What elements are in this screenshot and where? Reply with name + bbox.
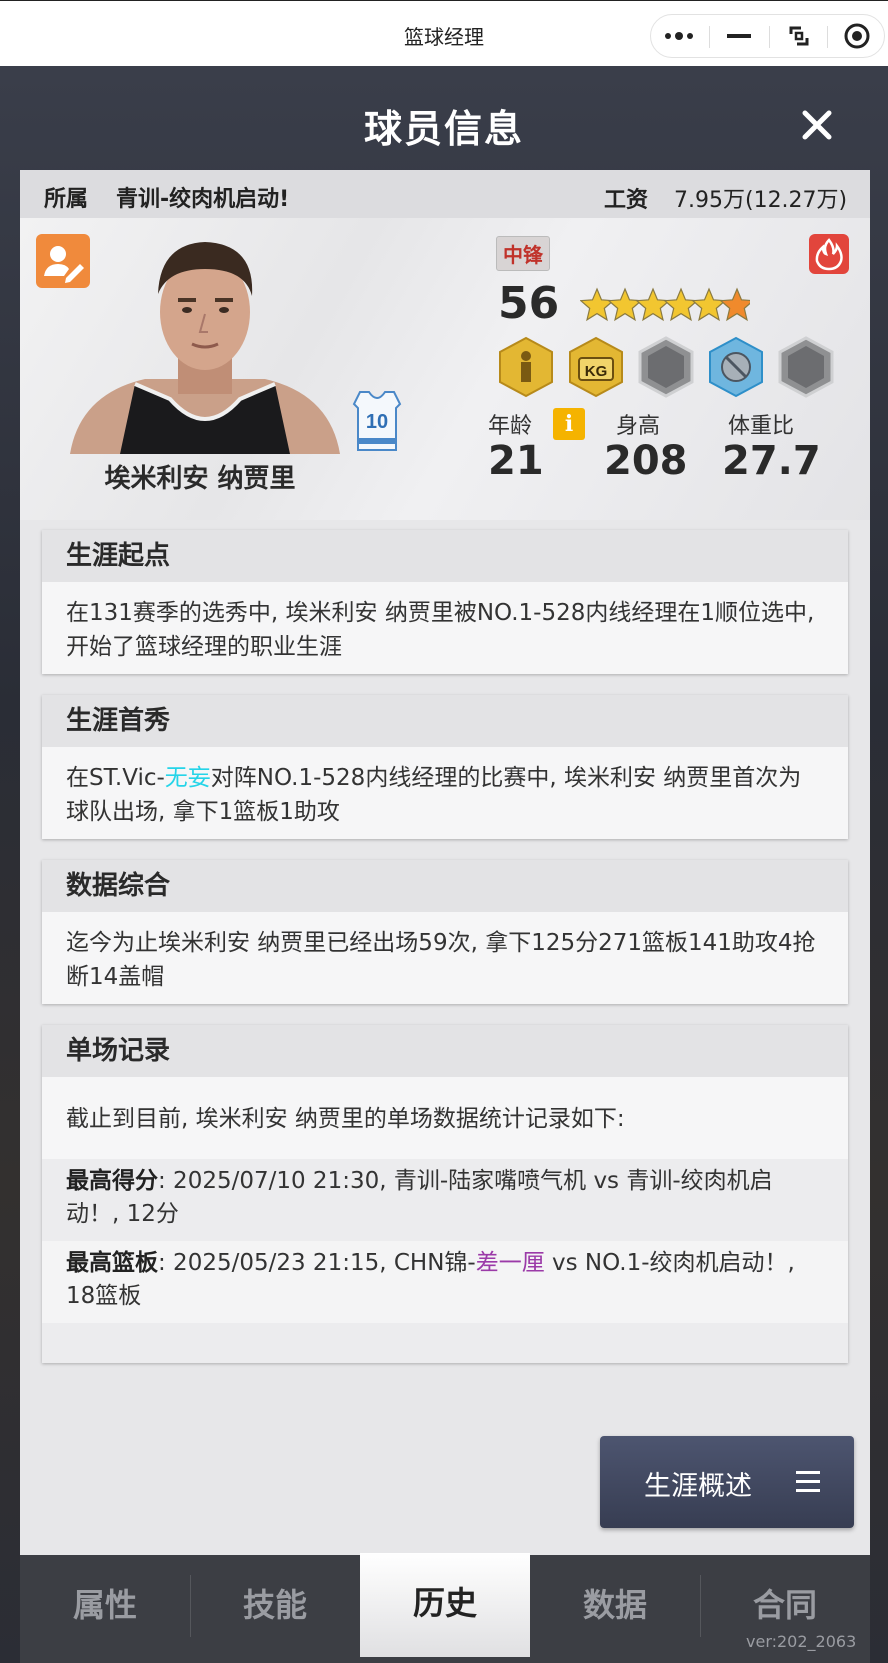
career-debut-card: 生涯首秀 在ST.Vic-无妄对阵NO.1-528内线经理的比赛中, 埃米利安 … [42, 695, 848, 839]
card-body: 迄今为止埃米利安 纳贾里已经出场59次, 拿下125分271篮板141助攻4抢断… [42, 912, 848, 1004]
player-info-panel: 所属 青训-绞肉机启动! 工资 7.95万(12.27万) 10 埃米利安 纳贾… [20, 170, 870, 1663]
salary-label: 工资 [604, 188, 649, 213]
age-label: 年龄 [488, 414, 533, 439]
mini-program-topbar: 篮球经理 [0, 0, 888, 66]
menu-icon [796, 1471, 820, 1492]
weight-ratio-value: 27.7 [722, 438, 821, 484]
card-body: 在ST.Vic-无妄对阵NO.1-528内线经理的比赛中, 埃米利安 纳贾里首次… [42, 747, 848, 839]
career-start-card: 生涯起点 在131赛季的选秀中, 埃米利安 纳贾里被NO.1-528内线经理在1… [42, 530, 848, 674]
player-portrait [50, 224, 360, 454]
svg-text:KG: KG [585, 363, 608, 380]
fire-icon[interactable] [809, 234, 849, 274]
float-window-button[interactable] [771, 15, 827, 57]
modal-title: 球员信息 [363, 107, 524, 151]
card-title: 生涯起点 [42, 530, 848, 582]
career-overview-button[interactable]: 生涯概述 [600, 1436, 854, 1528]
history-scroll-area[interactable]: 生涯起点 在131赛季的选秀中, 埃米利安 纳贾里被NO.1-528内线经理在1… [20, 520, 870, 1520]
single-game-records-card: 单场记录 截止到目前, 埃米利安 纳贾里的单场数据统计记录如下: 最高得分: 2… [42, 1025, 848, 1363]
edit-player-icon[interactable] [36, 234, 90, 288]
position-badge: 中锋 [496, 236, 550, 271]
star-icon [607, 287, 643, 322]
height-value: 208 [604, 438, 688, 484]
tab-attributes[interactable]: 属性 [20, 1555, 190, 1655]
card-title: 单场记录 [42, 1025, 848, 1077]
jersey-icon: 10 [352, 391, 402, 451]
star-icon [635, 287, 671, 322]
more-options-button[interactable] [651, 15, 707, 57]
star-icon [719, 287, 750, 322]
minimize-button[interactable] [711, 15, 767, 57]
affiliation-bar: 所属 青训-绞肉机启动! 工资 7.95万(12.27万) [20, 170, 870, 218]
star-icon [580, 287, 615, 322]
record-row-rebounds: 最高篮板: 2025/05/23 21:15, CHN锦-差一厘 vs NO.1… [42, 1241, 848, 1323]
player-hero: 10 埃米利安 纳贾里 中锋 56 KG 年龄 i 21 身高 208 体重比 … [20, 218, 870, 520]
player-badge-icon [499, 336, 553, 398]
player-name: 埃米利安 纳贾里 [104, 464, 296, 494]
career-overview-label: 生涯概述 [644, 1471, 752, 1502]
skill-badges: KG [499, 336, 834, 398]
close-icon[interactable] [800, 108, 834, 142]
more-dots-icon [665, 32, 693, 40]
exit-button[interactable] [829, 15, 885, 57]
opponent-team-link[interactable]: 无妄 [165, 765, 211, 791]
info-icon[interactable]: i [553, 408, 585, 440]
tab-history[interactable]: 历史 [360, 1553, 530, 1657]
empty-badge-icon [778, 336, 834, 398]
tab-skills[interactable]: 技能 [190, 1555, 360, 1655]
capsule-menu [650, 14, 885, 58]
record-row-partial [42, 1323, 848, 1363]
records-intro: 截止到目前, 埃米利安 纳贾里的单场数据统计记录如下: [42, 1077, 848, 1159]
minimize-icon [727, 34, 751, 38]
record-row-points: 最高得分: 2025/07/10 21:30, 青训-陆家嘴喷气机 vs 青训-… [42, 1159, 848, 1241]
age-value: 21 [488, 438, 544, 484]
jersey-number: 10 [366, 411, 388, 433]
empty-badge-icon [638, 336, 694, 398]
no-basket-badge-icon [709, 336, 763, 398]
card-title: 生涯首秀 [42, 695, 848, 747]
card-title: 数据综合 [42, 860, 848, 912]
player-rating: 56 [498, 278, 560, 329]
star-rating [580, 287, 750, 322]
team-link[interactable]: 差一厘 [476, 1250, 545, 1276]
tab-stats[interactable]: 数据 [530, 1555, 700, 1655]
float-window-icon [789, 26, 809, 46]
bottom-tab-bar: 属性 技能 历史 数据 合同 [20, 1553, 870, 1663]
version-label: ver:202_2063 [746, 1632, 857, 1651]
team-name[interactable]: 青训-绞肉机启动! [116, 181, 289, 213]
target-circle-icon [844, 23, 870, 49]
card-body: 在131赛季的选秀中, 埃米利安 纳贾里被NO.1-528内线经理在1顺位选中,… [42, 582, 848, 674]
weight-ratio-label: 体重比 [728, 414, 795, 439]
stats-summary-card: 数据综合 迄今为止埃米利安 纳贾里已经出场59次, 拿下125分271篮板141… [42, 860, 848, 1004]
height-label: 身高 [616, 414, 661, 439]
salary-value: 7.95万(12.27万) [674, 188, 848, 213]
kg-badge-icon: KG [569, 336, 623, 398]
affiliation-label: 所属 [44, 187, 89, 212]
star-icon [663, 287, 699, 322]
star-icon [691, 287, 727, 322]
